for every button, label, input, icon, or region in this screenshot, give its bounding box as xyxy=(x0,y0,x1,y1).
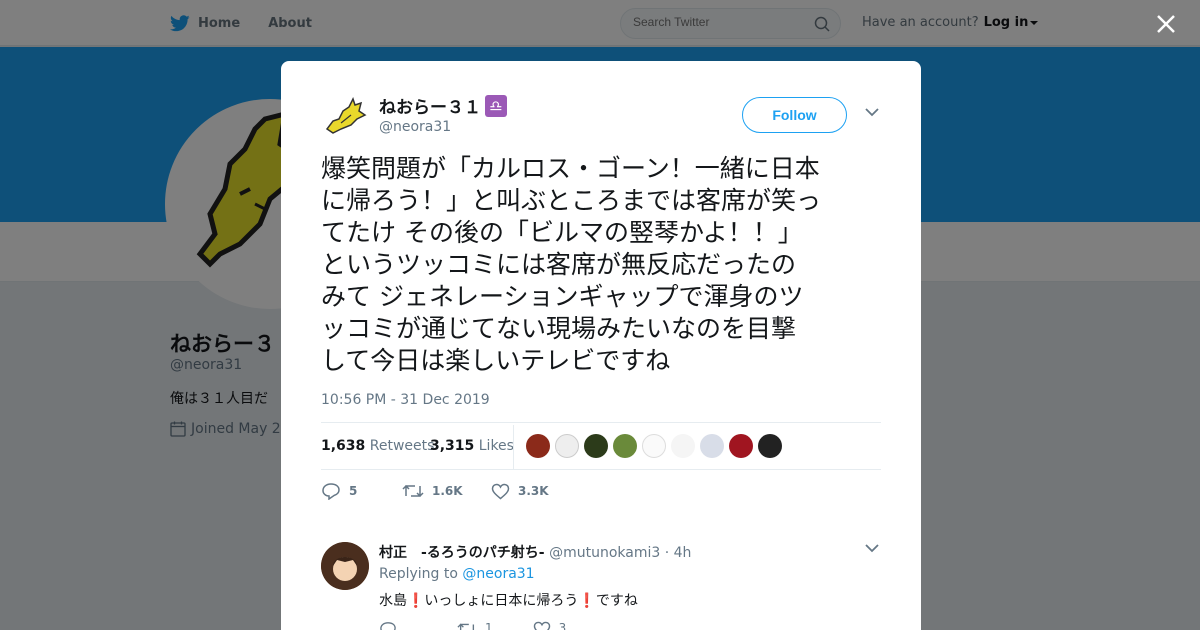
replying-to-link[interactable]: @neora31 xyxy=(462,566,534,582)
reply-retweet-count: 1 xyxy=(485,621,493,630)
likes-label: Likes xyxy=(478,438,514,454)
tweet-text: 爆笑問題が「カルロス・ゴーン！一緒に日本 に帰ろう！」と叫ぶところまでは客席が笑… xyxy=(321,154,822,375)
reply-icon[interactable] xyxy=(379,621,397,630)
follow-button[interactable]: Follow xyxy=(742,97,847,133)
retweets-label: Retweets xyxy=(369,438,435,454)
chevron-down-icon[interactable] xyxy=(865,108,879,117)
reply-author-avatar[interactable] xyxy=(321,542,369,590)
yellow-creature-image xyxy=(321,93,369,141)
tweet-author-handle[interactable]: @neora31 xyxy=(379,119,451,135)
tweet-actions: 5 1.6K 3.3K xyxy=(321,481,549,501)
liker-avatar[interactable] xyxy=(642,434,666,458)
reply-count: 5 xyxy=(349,484,358,498)
retweet-action[interactable]: 1.6K xyxy=(402,483,491,499)
replying-prefix: Replying to xyxy=(379,566,458,582)
reply-author-name[interactable]: 村正 -るろうのパチ射ち- xyxy=(379,545,545,561)
libra-emoji-icon: ♎ xyxy=(485,94,507,117)
reply-action[interactable]: 5 xyxy=(321,482,402,500)
likes-count: 3,315 xyxy=(430,438,475,454)
reply-actions: 1 3 xyxy=(379,621,566,630)
tweet-author-name-text: ねおらー３１ xyxy=(379,98,481,118)
tweet-timestamp[interactable]: 10:56 PM - 31 Dec 2019 xyxy=(321,392,490,408)
likes-stat[interactable]: 3,315 Likes xyxy=(430,438,514,454)
reply-text: 水島❗いっしょに日本に帰ろう❗ですね xyxy=(379,593,638,609)
retweet-icon xyxy=(402,484,424,498)
retweets-count: 1,638 xyxy=(321,438,366,454)
like-action[interactable]: 3.3K xyxy=(491,483,549,500)
reply-age[interactable]: · 4h xyxy=(665,545,692,561)
liker-avatar[interactable] xyxy=(613,434,637,458)
close-icon[interactable] xyxy=(1155,13,1177,35)
like-count: 3.3K xyxy=(518,484,549,498)
liker-avatar[interactable] xyxy=(526,434,550,458)
chevron-down-icon[interactable] xyxy=(865,544,879,553)
retweet-count: 1.6K xyxy=(432,484,463,498)
liker-avatar[interactable] xyxy=(555,434,579,458)
tweet-stats: 1,638 Retweets 3,315 Likes xyxy=(321,422,881,470)
stats-divider xyxy=(513,425,514,469)
liker-avatar[interactable] xyxy=(700,434,724,458)
heart-icon[interactable] xyxy=(533,621,551,630)
reply-header: 村正 -るろうのパチ射ち- @mutunokami3 · 4h xyxy=(379,542,691,562)
retweets-stat[interactable]: 1,638 Retweets xyxy=(321,438,434,454)
retweet-icon[interactable] xyxy=(457,621,477,630)
liker-avatar[interactable] xyxy=(729,434,753,458)
reply-icon xyxy=(322,483,340,500)
reply-author-handle[interactable]: @mutunokami3 xyxy=(549,545,660,561)
liker-avatar[interactable] xyxy=(671,434,695,458)
liker-avatar[interactable] xyxy=(758,434,782,458)
anime-character-image xyxy=(321,542,369,590)
tweet-modal: ねおらー３１ ♎ @neora31 Follow 爆笑問題が「カルロス・ゴーン！… xyxy=(281,61,921,630)
tweet-author-avatar[interactable] xyxy=(321,93,369,141)
reply-like-count: 3 xyxy=(558,621,567,630)
liker-avatar[interactable] xyxy=(584,434,608,458)
heart-icon xyxy=(491,483,510,499)
tweet-author-name[interactable]: ねおらー３１ ♎ xyxy=(379,93,507,118)
replying-to: Replying to @neora31 xyxy=(379,566,535,582)
